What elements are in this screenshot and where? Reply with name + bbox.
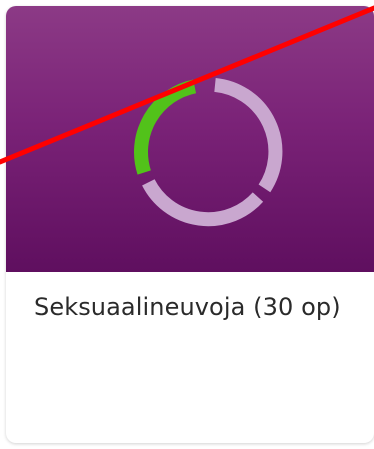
progress-track-segment-bottom — [142, 179, 264, 227]
course-card[interactable]: Seksuaalineuvoja (30 op) — [6, 6, 374, 443]
progress-track-segment-right — [214, 77, 283, 193]
progress-fill-segment — [134, 79, 197, 175]
course-title: Seksuaalineuvoja (30 op) — [34, 293, 341, 321]
progress-ring-icon — [134, 77, 283, 227]
